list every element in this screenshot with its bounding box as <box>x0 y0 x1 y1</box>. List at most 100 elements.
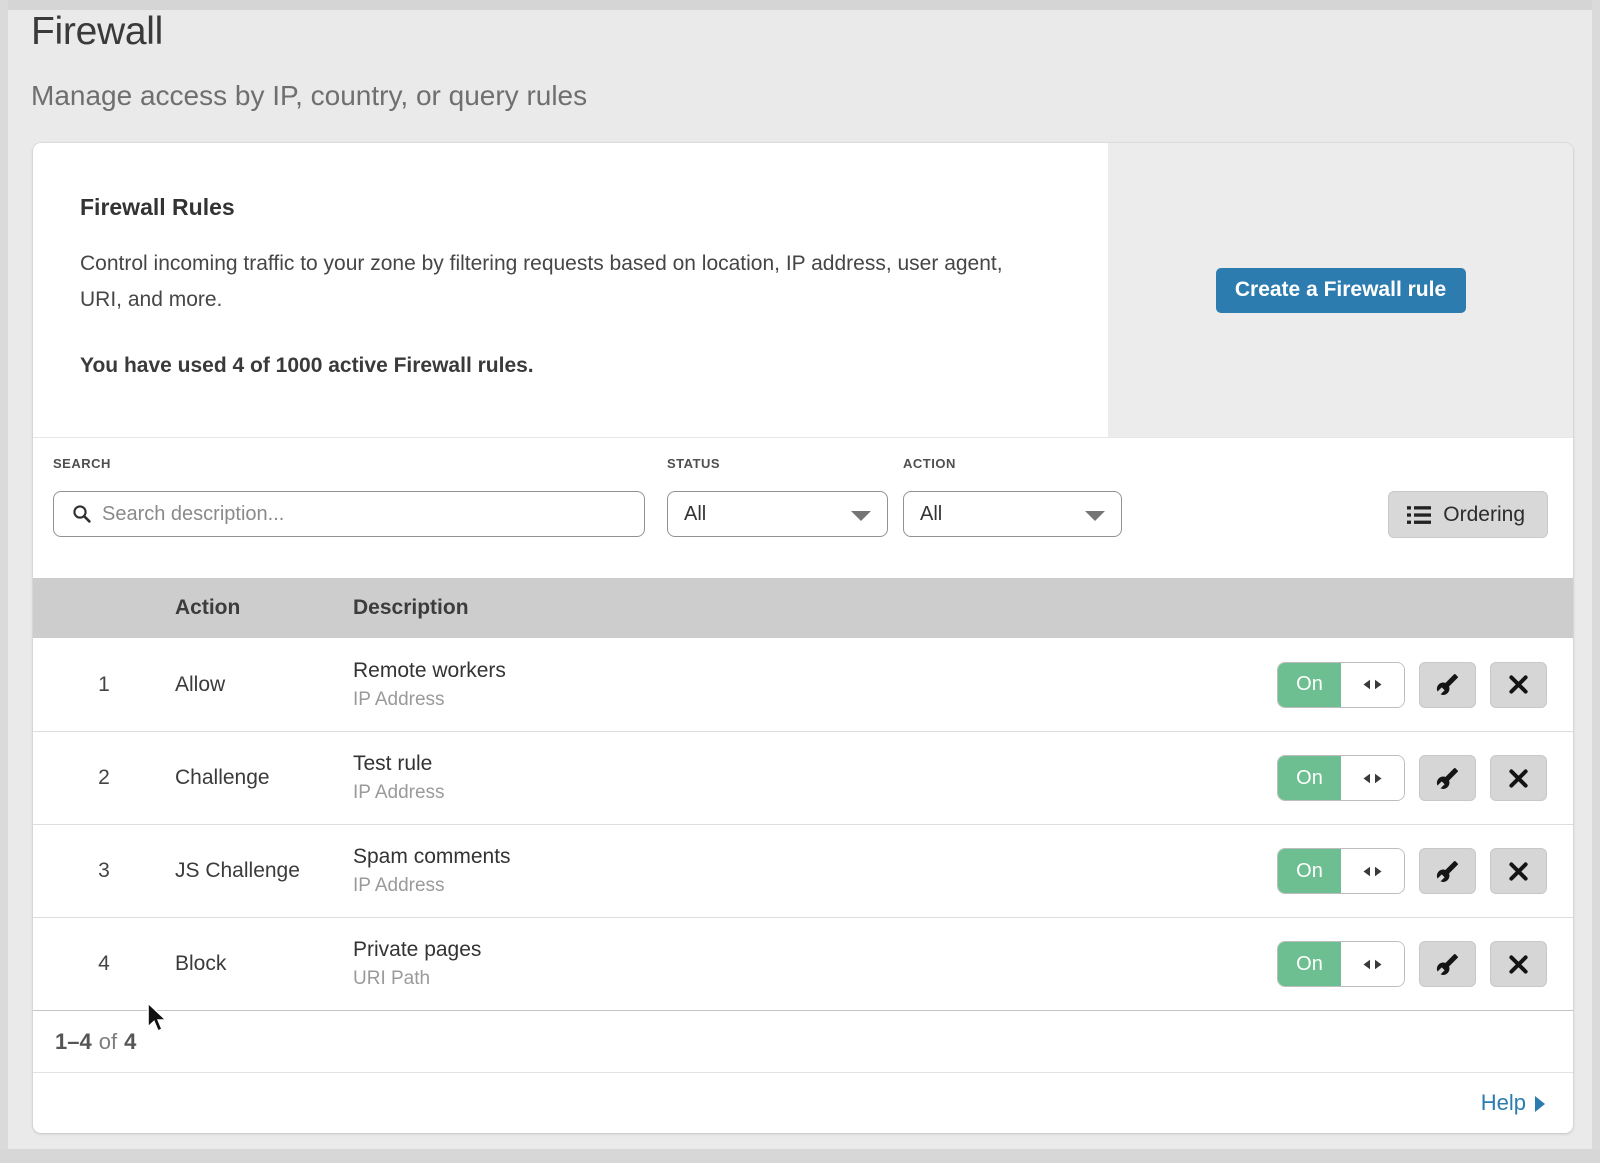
firewall-rules-info: Firewall Rules Control incoming traffic … <box>33 143 1108 437</box>
create-firewall-rule-button[interactable]: Create a Firewall rule <box>1216 268 1466 313</box>
status-filter: STATUS All <box>667 456 888 537</box>
filter-bar: SEARCH STATUS All ACTION All <box>33 437 1573 578</box>
help-row: Help <box>33 1072 1573 1132</box>
window-edge-bottom <box>0 1149 1600 1163</box>
wrench-icon <box>1436 767 1459 790</box>
edit-rule-button[interactable] <box>1419 941 1476 987</box>
chevron-down-icon <box>1085 511 1105 521</box>
rule-controls: On <box>1277 848 1547 894</box>
table-row: 1 Allow Remote workers IP Address On <box>33 638 1573 731</box>
close-icon <box>1508 954 1529 975</box>
list-ordering-icon <box>1407 505 1431 525</box>
pagination: 1–4 of 4 <box>33 1010 1573 1072</box>
rule-enabled-toggle[interactable]: On <box>1277 755 1405 801</box>
section-heading: Firewall Rules <box>80 193 1048 221</box>
rule-match-type: IP Address <box>353 875 1277 897</box>
toggle-handle[interactable] <box>1341 663 1404 707</box>
search-input[interactable] <box>102 503 622 526</box>
rule-description-cell: Private pages URI Path <box>353 938 1277 990</box>
rule-description-cell: Test rule IP Address <box>353 752 1277 804</box>
rule-priority-number: 4 <box>33 952 175 976</box>
action-column-header: Action <box>175 596 353 620</box>
wrench-icon <box>1436 673 1459 696</box>
drag-arrows-icon <box>1362 678 1383 691</box>
drag-arrows-icon <box>1362 865 1383 878</box>
toggle-handle[interactable] <box>1341 756 1404 800</box>
ordering-button-label: Ordering <box>1443 503 1525 527</box>
drag-arrows-icon <box>1362 958 1383 971</box>
delete-rule-button[interactable] <box>1490 848 1547 894</box>
rule-priority-number: 1 <box>33 673 175 697</box>
ordering-button[interactable]: Ordering <box>1388 491 1548 538</box>
action-label: ACTION <box>903 456 1122 472</box>
chevron-down-icon <box>851 511 871 521</box>
drag-arrows-icon <box>1362 772 1383 785</box>
table-row: 4 Block Private pages URI Path On <box>33 917 1573 1010</box>
rule-controls: On <box>1277 941 1547 987</box>
rule-description-cell: Spam comments IP Address <box>353 845 1277 897</box>
status-label: STATUS <box>667 456 888 472</box>
toggle-handle[interactable] <box>1341 849 1404 893</box>
status-select[interactable]: All <box>667 491 888 537</box>
rules-table-body: 1 Allow Remote workers IP Address On <box>33 638 1573 1010</box>
rule-action: JS Challenge <box>175 859 353 883</box>
toggle-handle[interactable] <box>1341 942 1404 986</box>
table-header: Action Description <box>33 578 1573 638</box>
rule-enabled-toggle[interactable]: On <box>1277 662 1405 708</box>
search-filter: SEARCH <box>53 456 645 537</box>
wrench-icon <box>1436 860 1459 883</box>
rule-action: Allow <box>175 673 353 697</box>
rule-description: Private pages <box>353 938 1277 962</box>
help-link-label: Help <box>1481 1090 1526 1116</box>
usage-summary: You have used 4 of 1000 active Firewall … <box>80 354 1048 378</box>
rule-priority-number: 3 <box>33 859 175 883</box>
pagination-total: 4 <box>124 1029 136 1055</box>
rule-action: Challenge <box>175 766 353 790</box>
delete-rule-button[interactable] <box>1490 941 1547 987</box>
description-column-header: Description <box>353 596 1547 620</box>
rule-enabled-toggle[interactable]: On <box>1277 848 1405 894</box>
toggle-on-label: On <box>1278 942 1341 986</box>
close-icon <box>1508 674 1529 695</box>
toggle-on-label: On <box>1278 756 1341 800</box>
wrench-icon <box>1436 953 1459 976</box>
action-selected-value: All <box>920 503 942 526</box>
delete-rule-button[interactable] <box>1490 662 1547 708</box>
search-box[interactable] <box>53 491 645 537</box>
rule-match-type: IP Address <box>353 782 1277 804</box>
status-selected-value: All <box>684 503 706 526</box>
help-arrow-icon <box>1535 1096 1545 1112</box>
firewall-rules-card: Firewall Rules Control incoming traffic … <box>33 143 1573 1133</box>
edit-rule-button[interactable] <box>1419 662 1476 708</box>
toggle-on-label: On <box>1278 663 1341 707</box>
page-title: Firewall <box>31 10 163 54</box>
rule-match-type: IP Address <box>353 689 1277 711</box>
pagination-range: 1–4 <box>55 1029 92 1055</box>
edit-rule-button[interactable] <box>1419 848 1476 894</box>
rule-enabled-toggle[interactable]: On <box>1277 941 1405 987</box>
edit-rule-button[interactable] <box>1419 755 1476 801</box>
toggle-on-label: On <box>1278 849 1341 893</box>
help-link[interactable]: Help <box>1481 1090 1545 1116</box>
rule-priority-number: 2 <box>33 766 175 790</box>
rule-match-type: URI Path <box>353 968 1277 990</box>
close-icon <box>1508 861 1529 882</box>
rule-action: Block <box>175 952 353 976</box>
window-edge-left <box>0 0 8 1163</box>
search-icon <box>72 504 92 524</box>
rule-controls: On <box>1277 755 1547 801</box>
pagination-of: of <box>99 1029 117 1055</box>
search-label: SEARCH <box>53 456 645 472</box>
table-row: 2 Challenge Test rule IP Address On <box>33 731 1573 824</box>
section-description: Control incoming traffic to your zone by… <box>80 246 1030 318</box>
rule-description: Test rule <box>353 752 1277 776</box>
window-edge-top <box>0 0 1600 10</box>
cta-panel: Create a Firewall rule <box>1108 143 1573 437</box>
rule-description: Spam comments <box>353 845 1277 869</box>
rule-description-cell: Remote workers IP Address <box>353 659 1277 711</box>
table-row: 3 JS Challenge Spam comments IP Address … <box>33 824 1573 917</box>
card-header: Firewall Rules Control incoming traffic … <box>33 143 1573 437</box>
delete-rule-button[interactable] <box>1490 755 1547 801</box>
rule-controls: On <box>1277 662 1547 708</box>
action-select[interactable]: All <box>903 491 1122 537</box>
